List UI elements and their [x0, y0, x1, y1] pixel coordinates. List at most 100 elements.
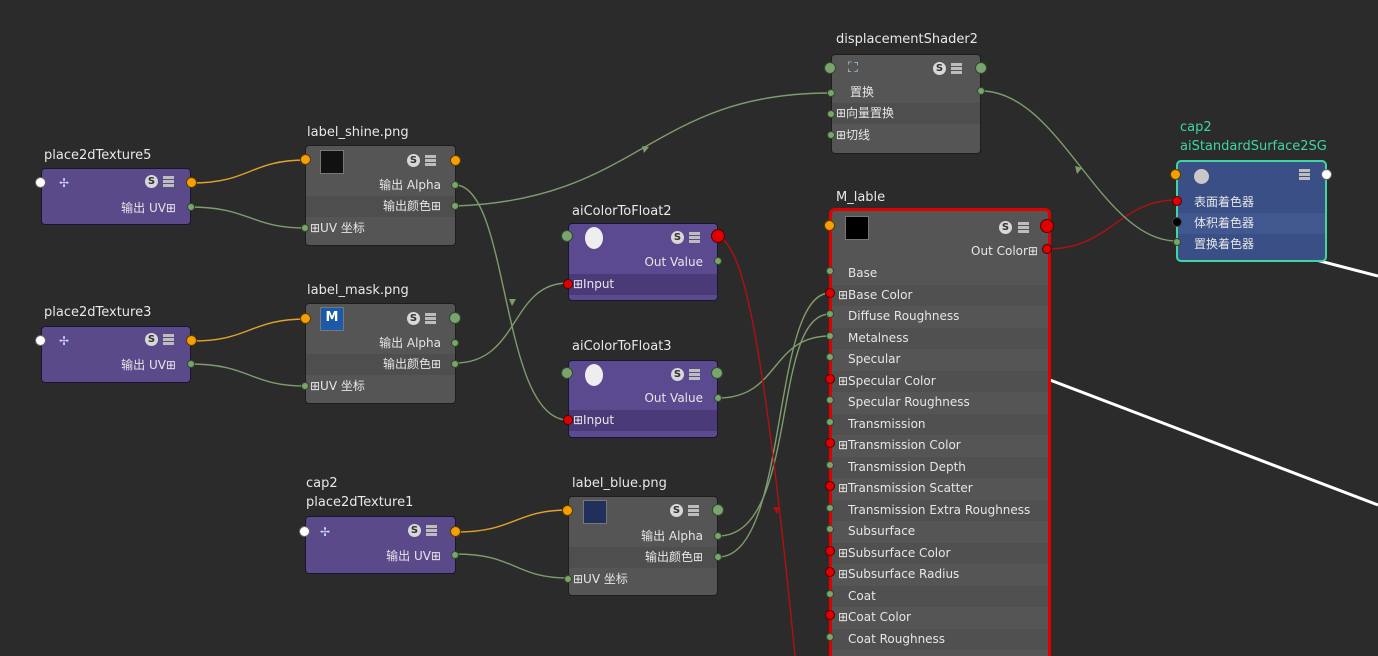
port-out-color-mat[interactable]: [1042, 244, 1052, 254]
port-in-material-attribute[interactable]: [825, 287, 835, 298]
stack-icon[interactable]: [1299, 169, 1310, 181]
node-label-blue[interactable]: S 输出 Alpha 输出颜色⊞ ⊞UV 坐标: [568, 496, 718, 596]
port-in-material-attribute[interactable]: [826, 525, 834, 533]
port-in-material-attribute[interactable]: [825, 545, 835, 556]
port-in-disp[interactable]: [824, 62, 836, 74]
port-in-material-attribute[interactable]: [826, 417, 834, 426]
port-in-shine[interactable]: [300, 154, 311, 165]
port-in-blue[interactable]: [562, 505, 573, 516]
s-icon[interactable]: S: [145, 333, 158, 346]
port-label-out-uv: 输出 UV⊞: [121, 201, 176, 215]
shader-thumbnail: [585, 364, 603, 386]
stack-icon[interactable]: [425, 313, 436, 325]
node-m-lable[interactable]: S Out Color⊞ Base ⊞Base Color Diffuse Roug…: [829, 208, 1051, 656]
port-in-ctf2[interactable]: [561, 230, 573, 242]
wire-blue-diffrough: [717, 313, 831, 537]
port-out-mat[interactable]: [1040, 219, 1054, 233]
port-in-displacement[interactable]: [827, 89, 835, 97]
port-in-material-attribute[interactable]: [825, 481, 835, 491]
s-icon[interactable]: S: [670, 504, 683, 517]
port-out-value-ctf2[interactable]: [714, 257, 722, 265]
port-out-uv-place3[interactable]: [187, 360, 195, 368]
port-out-sg[interactable]: [1321, 169, 1332, 180]
port-in-vector-displacement[interactable]: [827, 110, 835, 118]
s-icon[interactable]: S: [407, 154, 420, 167]
node-label-shine[interactable]: S 输出 Alpha 输出颜色⊞ ⊞UV 坐标: [305, 145, 456, 246]
port-out-alpha-shine[interactable]: [451, 181, 459, 189]
port-in-displacement-shader[interactable]: [1173, 238, 1181, 246]
node-displacementshader2[interactable]: ⛶ S 置换 ⊞向量置换 ⊞切线: [831, 54, 981, 154]
port-out-uv-place1[interactable]: [451, 551, 459, 559]
port-in-material-attribute[interactable]: [825, 610, 835, 620]
port-out-place5[interactable]: [186, 177, 197, 188]
stack-icon[interactable]: [689, 232, 700, 244]
stack-icon[interactable]: [426, 525, 437, 537]
s-icon[interactable]: S: [999, 221, 1012, 234]
port-in-tangent[interactable]: [827, 131, 835, 139]
s-icon[interactable]: S: [408, 524, 421, 537]
port-out-color-blue[interactable]: [714, 553, 722, 561]
port-in-material-attribute[interactable]: [826, 460, 834, 469]
node-aistandardsurface2sg[interactable]: 表面着色器 体积着色器 置换着色器: [1176, 160, 1327, 262]
port-in-material-attribute[interactable]: [826, 632, 834, 641]
s-icon[interactable]: S: [671, 368, 684, 381]
s-icon[interactable]: S: [145, 175, 158, 188]
node-aicolortofloat2[interactable]: S Out Value ⊞Input: [568, 223, 718, 301]
port-out-uv-place5[interactable]: [187, 203, 195, 211]
port-in-place5[interactable]: [35, 177, 46, 188]
port-in-place1[interactable]: [299, 526, 310, 537]
port-out-blue[interactable]: [712, 504, 724, 516]
port-out-alpha-blue[interactable]: [714, 532, 722, 540]
port-in-material-attribute[interactable]: [826, 310, 834, 318]
port-in-material-attribute[interactable]: [825, 567, 835, 577]
port-in-mat[interactable]: [824, 220, 835, 231]
node-place2dtexture1[interactable]: ✢ S 输出 UV⊞: [305, 516, 456, 574]
stack-icon[interactable]: [163, 334, 174, 346]
port-out-ctf3[interactable]: [711, 367, 723, 379]
s-icon[interactable]: S: [671, 231, 684, 244]
port-label-out-color: Out Color⊞: [971, 244, 1038, 258]
stack-icon[interactable]: [425, 155, 436, 167]
stack-icon[interactable]: [1018, 222, 1029, 234]
port-in-input-ctf3[interactable]: [563, 415, 573, 425]
port-in-uv-blue[interactable]: [564, 575, 572, 583]
stack-icon[interactable]: [951, 63, 962, 75]
node-aicolortofloat3[interactable]: S Out Value ⊞Input: [568, 360, 718, 438]
node-place2dtexture3[interactable]: ✢ S 输出 UV⊞: [41, 326, 191, 383]
port-in-material-attribute[interactable]: [826, 331, 834, 340]
port-in-input-ctf2[interactable]: [563, 279, 573, 289]
port-in-material-attribute[interactable]: [825, 438, 835, 448]
port-in-ctf3[interactable]: [561, 367, 573, 379]
port-out-ctf2[interactable]: [711, 229, 725, 243]
node-place2dtexture5[interactable]: ✢ S 输出 UV⊞: [41, 168, 191, 225]
port-out-disp[interactable]: [975, 62, 987, 74]
port-out-mask[interactable]: [449, 312, 461, 324]
stack-icon[interactable]: [689, 369, 700, 381]
s-icon[interactable]: S: [933, 62, 946, 75]
port-in-material-attribute[interactable]: [826, 503, 834, 512]
port-in-mask[interactable]: [300, 313, 311, 324]
stack-icon[interactable]: [163, 176, 174, 188]
port-in-volume-shader[interactable]: [1172, 217, 1182, 227]
port-out-displacement[interactable]: [977, 87, 985, 95]
port-out-shine[interactable]: [450, 155, 461, 166]
port-out-alpha-mask[interactable]: [451, 339, 459, 347]
port-in-uv-shine[interactable]: [301, 224, 309, 232]
port-in-material-attribute[interactable]: [825, 373, 835, 384]
port-in-place3[interactable]: [35, 335, 46, 346]
port-in-uv-mask[interactable]: [301, 382, 309, 390]
port-out-place3[interactable]: [186, 335, 197, 346]
port-out-place1[interactable]: [450, 526, 461, 537]
node-label-mask[interactable]: M S 输出 Alpha 输出颜色⊞ ⊞UV 坐标: [305, 303, 456, 404]
port-out-value-ctf3[interactable]: [714, 394, 722, 402]
port-in-material-attribute[interactable]: [826, 267, 834, 275]
port-out-color-shine[interactable]: [451, 202, 459, 210]
port-in-sg[interactable]: [1170, 169, 1181, 180]
port-in-surface-shader[interactable]: [1172, 196, 1182, 206]
port-in-material-attribute[interactable]: [826, 396, 834, 404]
port-in-material-attribute[interactable]: [826, 589, 834, 598]
port-out-color-mask[interactable]: [451, 360, 459, 368]
stack-icon[interactable]: [688, 505, 699, 517]
port-in-material-attribute[interactable]: [826, 353, 834, 361]
s-icon[interactable]: S: [407, 312, 420, 325]
